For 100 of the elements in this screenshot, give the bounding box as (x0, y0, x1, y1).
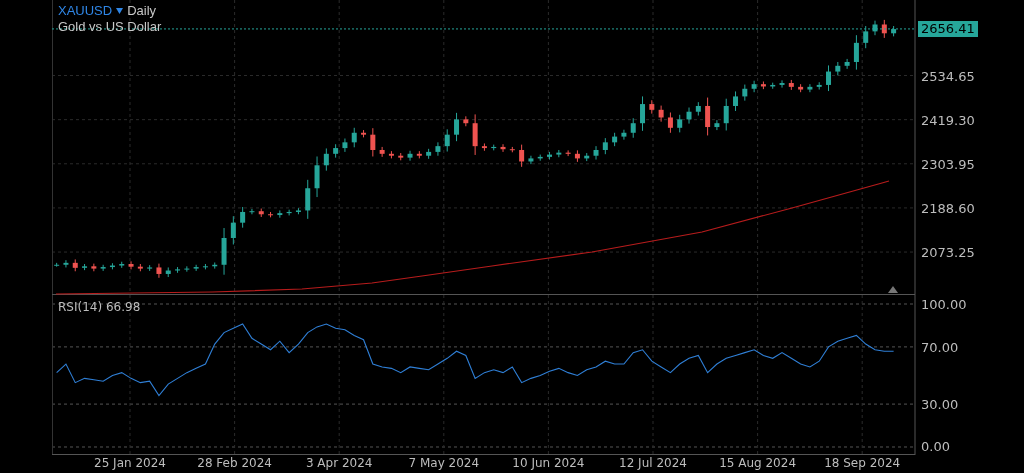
candlestick (295, 207, 301, 215)
candlestick (779, 79, 785, 89)
candlestick (574, 149, 580, 163)
candlestick (156, 263, 162, 279)
symbol-label[interactable]: XAUUSD (58, 3, 113, 18)
candlestick (500, 143, 506, 153)
axis-label: 2303.95 (921, 156, 975, 172)
candlestick (760, 81, 766, 90)
candlestick (268, 211, 274, 218)
date-label: 25 Jan 2024 (94, 456, 166, 470)
candlestick (426, 148, 432, 160)
candlestick (258, 208, 264, 218)
candlestick (807, 83, 813, 93)
candlestick (333, 143, 339, 159)
candlestick (853, 34, 859, 71)
candlestick (528, 155, 534, 165)
candlestick (835, 61, 841, 76)
dropdown-caret-icon[interactable] (116, 7, 124, 14)
candlestick (91, 263, 97, 272)
candlestick (119, 261, 125, 269)
candlestick (314, 156, 320, 198)
candlestick (863, 25, 869, 49)
candlestick (705, 97, 711, 136)
candlestick (72, 258, 78, 272)
candlestick (733, 90, 738, 112)
instrument-description: Gold vs US Dollar (58, 19, 162, 34)
candlestick (686, 107, 692, 125)
candlestick (286, 209, 292, 216)
candlestick (872, 20, 878, 36)
candlestick (212, 262, 218, 270)
axis-label: 0.00 (921, 439, 950, 454)
axis-label: 2534.65 (921, 68, 975, 84)
date-label: 15 Aug 2024 (719, 456, 797, 470)
candlestick (798, 83, 804, 93)
candlestick (723, 98, 729, 131)
candlestick (305, 179, 311, 220)
candlestick (240, 206, 246, 229)
candlestick (202, 263, 208, 270)
date-label: 10 Jun 2024 (512, 456, 585, 470)
candlestick (472, 113, 478, 156)
candlestick (602, 137, 608, 155)
date-label: 3 Apr 2024 (305, 456, 373, 470)
candlestick (54, 262, 60, 268)
candlestick (584, 152, 590, 162)
candlestick (175, 266, 181, 274)
candlestick (165, 266, 171, 278)
candlestick (556, 149, 562, 158)
candlestick (547, 151, 553, 161)
date-label: 7 May 2024 (408, 456, 480, 470)
candlestick (100, 264, 106, 272)
candlestick (816, 81, 822, 91)
candlestick (658, 105, 664, 123)
candlestick (677, 114, 683, 133)
candlestick (351, 127, 357, 148)
candlestick (667, 112, 673, 134)
axis-label: 2419.30 (921, 112, 975, 128)
candlestick (844, 58, 850, 70)
candlestick (714, 119, 720, 131)
candlestick (388, 150, 394, 159)
candlestick (751, 80, 757, 93)
candlestick (612, 132, 618, 147)
candlestick (742, 84, 748, 102)
candlestick (770, 82, 776, 90)
candlestick (565, 149, 571, 157)
candlestick (361, 129, 367, 138)
candlestick (826, 64, 831, 92)
candlestick (891, 25, 897, 37)
candlestick (519, 144, 525, 168)
date-label: 18 Sep 2024 (824, 456, 901, 470)
candlestick (630, 117, 636, 139)
date-label: 12 Jul 2024 (619, 456, 687, 470)
axis-label: 70.00 (921, 339, 959, 355)
candlestick (63, 259, 69, 268)
candlestick (695, 101, 701, 117)
interval-label: Daily (127, 3, 157, 18)
axis-label: 100.00 (921, 297, 967, 312)
candlestick (109, 262, 115, 270)
candlestick (398, 152, 404, 161)
candlestick (593, 145, 599, 161)
candlestick (649, 99, 655, 115)
candlestick (491, 144, 497, 151)
axis-label: 30.00 (921, 397, 959, 413)
candlestick (370, 127, 376, 157)
indicator-label: RSI(14) 66.98 (58, 300, 141, 314)
candlestick (193, 264, 199, 272)
candlestick (640, 95, 645, 132)
candlestick (342, 138, 348, 153)
date-label: 28 Feb 2024 (197, 456, 272, 470)
candlestick (323, 147, 329, 172)
last-price-label: 2656.41 (918, 20, 978, 37)
candlestick (788, 79, 794, 91)
axis-label: 2188.60 (921, 200, 975, 216)
candlestick (881, 19, 887, 39)
axis-label: 2073.25 (921, 245, 975, 261)
candlestick (379, 146, 385, 158)
candlestick (621, 129, 627, 141)
candlestick (249, 208, 255, 215)
candlestick (537, 154, 543, 162)
candlestick (509, 146, 515, 153)
candlestick (435, 141, 441, 157)
